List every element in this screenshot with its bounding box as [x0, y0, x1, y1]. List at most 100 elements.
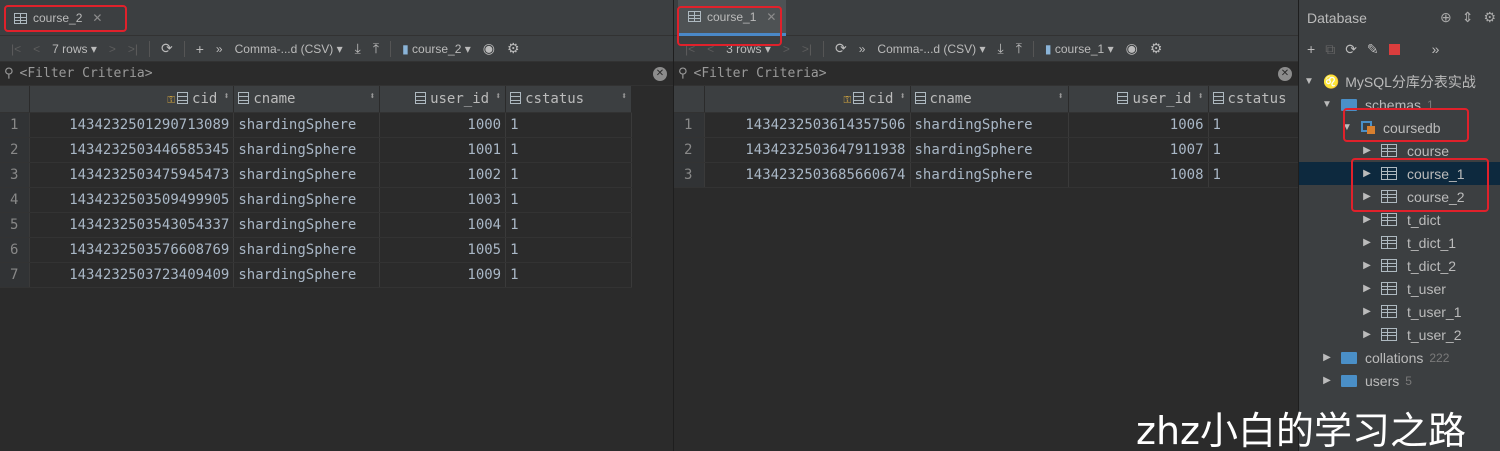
cell-cstatus[interactable]: 1 [505, 162, 632, 188]
cell-user-id[interactable]: 1009 [379, 262, 507, 288]
expand-arrow-icon[interactable]: ▶ [1361, 168, 1373, 179]
more-icon[interactable]: » [211, 42, 228, 56]
column-header-cid[interactable]: ⚿ cid ⬍ [704, 86, 911, 113]
column-header-cname[interactable]: cname ⬍ [233, 86, 381, 113]
tree-node-collations[interactable]: ▶ collations 222 [1299, 346, 1500, 369]
expand-arrow-icon[interactable]: ▶ [1321, 375, 1333, 386]
table-row[interactable]: 6 1434232503576608769 shardingSphere 1005 1 [0, 237, 632, 263]
table-row[interactable]: 3 1434232503685660674 shardingSphere 1008 1 [674, 162, 1299, 188]
tab-course-1[interactable]: course_1 ✕ [678, 0, 787, 36]
close-icon[interactable]: ✕ [766, 10, 776, 24]
table-row[interactable]: 1 1434232503614357506 shardingSphere 1006 1 [674, 112, 1299, 138]
sort-icon[interactable]: ⬍ [1057, 91, 1063, 102]
last-page-icon[interactable]: >| [797, 42, 817, 56]
cell-cid[interactable]: 1434232503509499905 [29, 187, 235, 213]
cell-cname[interactable]: shardingSphere [910, 162, 1069, 188]
first-page-icon[interactable]: |< [680, 42, 700, 56]
column-header-cstatus[interactable]: cstatus ⬍ [505, 86, 632, 113]
prev-page-icon[interactable]: < [28, 42, 45, 56]
table-row[interactable]: 5 1434232503543054337 shardingSphere 1004 1 [0, 212, 632, 238]
cell-cid[interactable]: 1434232503647911938 [704, 137, 911, 163]
tree-node-connection[interactable]: ▼ ♌ MySQL分库分表实战 [1299, 70, 1500, 93]
export-format-dropdown[interactable]: Comma-...d (CSV) ▾ [230, 42, 348, 56]
cell-cstatus[interactable]: 1 [505, 137, 632, 163]
sort-icon[interactable]: ⬍ [495, 91, 501, 102]
cell-user-id[interactable]: 1005 [379, 237, 507, 263]
rows-count-dropdown[interactable]: 7 rows ▾ [47, 42, 102, 56]
tree-node-users[interactable]: ▶ users 5 [1299, 369, 1500, 392]
cell-cid[interactable]: 1434232503475945473 [29, 162, 235, 188]
tree-node-table[interactable]: ▶ course_2 [1299, 185, 1500, 208]
cell-cid[interactable]: 1434232503446585345 [29, 137, 235, 163]
cell-cstatus[interactable]: 1 [505, 112, 632, 138]
expand-arrow-icon[interactable]: ▶ [1361, 329, 1373, 340]
expand-arrow-icon[interactable]: ▶ [1361, 283, 1373, 294]
cell-user-id[interactable]: 1007 [1068, 137, 1209, 163]
sort-icon[interactable]: ⬍ [1197, 91, 1203, 102]
tree-node-table[interactable]: ▶ t_user_1 [1299, 300, 1500, 323]
tree-node-table[interactable]: ▶ course [1299, 139, 1500, 162]
expand-arrow-icon[interactable]: ▼ [1341, 122, 1353, 133]
last-page-icon[interactable]: >| [123, 42, 143, 56]
cell-cstatus[interactable]: 1 [505, 237, 632, 263]
view-icon[interactable]: ◉ [478, 40, 500, 57]
cell-cstatus[interactable]: 1 [1208, 137, 1299, 163]
cell-cname[interactable]: shardingSphere [233, 137, 381, 163]
cell-cname[interactable]: shardingSphere [233, 112, 381, 138]
cell-cname[interactable]: shardingSphere [233, 262, 381, 288]
sort-icon[interactable]: ⬍ [369, 91, 375, 102]
cell-cstatus[interactable]: 1 [505, 187, 632, 213]
export-icon[interactable]: ⤓ [350, 40, 366, 57]
expand-arrow-icon[interactable]: ▶ [1361, 214, 1373, 225]
tree-node-schemas[interactable]: ▼ schemas 1 [1299, 93, 1500, 116]
expand-arrow-icon[interactable]: ▶ [1361, 191, 1373, 202]
clear-filter-icon[interactable]: ✕ [653, 67, 667, 81]
tree-node-coursedb[interactable]: ▼ coursedb [1299, 108, 1500, 142]
rows-count-dropdown[interactable]: 3 rows ▾ [721, 42, 776, 56]
cell-cstatus[interactable]: 1 [1208, 162, 1299, 188]
column-header-user-id[interactable]: user_id ⬍ [379, 86, 507, 113]
cell-cstatus[interactable]: 1 [505, 212, 632, 238]
expand-arrow-icon[interactable]: ▶ [1361, 306, 1373, 317]
schema-sync-icon[interactable]: ✎ [1367, 41, 1379, 58]
tab-course-2[interactable]: course_2 ✕ [4, 0, 112, 36]
column-header-user-id[interactable]: user_id ⬍ [1068, 86, 1209, 113]
more-icon[interactable]: » [1432, 41, 1440, 57]
tree-node-table[interactable]: ▶ t_user [1299, 277, 1500, 300]
refresh-icon[interactable]: ⟳ [830, 40, 852, 57]
expand-arrow-icon[interactable]: ▶ [1361, 145, 1373, 156]
column-header-cname[interactable]: cname ⬍ [910, 86, 1069, 113]
cell-cname[interactable]: shardingSphere [233, 187, 381, 213]
tree-node-table[interactable]: ▶ t_dict_1 [1299, 231, 1500, 254]
cell-cname[interactable]: shardingSphere [233, 237, 381, 263]
cell-user-id[interactable]: 1004 [379, 212, 507, 238]
cell-cname[interactable]: shardingSphere [910, 137, 1069, 163]
gear-icon[interactable]: ⚙ [1483, 9, 1496, 26]
table-row[interactable]: 1 1434232501290713089 shardingSphere 1000 1 [0, 112, 632, 138]
cell-user-id[interactable]: 1000 [379, 112, 507, 138]
sort-icon[interactable]: ⬍ [223, 91, 229, 102]
clear-filter-icon[interactable]: ✕ [1278, 67, 1292, 81]
filter-criteria-field[interactable]: ⚲ <Filter Criteria> ✕ [0, 62, 673, 86]
cell-cname[interactable]: shardingSphere [233, 212, 381, 238]
cell-user-id[interactable]: 1001 [379, 137, 507, 163]
copy-icon[interactable]: ⧉ [1325, 41, 1335, 58]
cell-cid[interactable]: 1434232503685660674 [704, 162, 911, 188]
cell-cid[interactable]: 1434232503543054337 [29, 212, 235, 238]
table-selector-dropdown[interactable]: ▮ course_2 ▾ [397, 42, 476, 56]
tree-node-table[interactable]: ▶ t_dict [1299, 208, 1500, 231]
next-page-icon[interactable]: > [104, 42, 121, 56]
expand-arrow-icon[interactable]: ▼ [1321, 99, 1333, 110]
cell-cname[interactable]: shardingSphere [233, 162, 381, 188]
table-row[interactable]: 2 1434232503647911938 shardingSphere 1007 1 [674, 137, 1299, 163]
import-icon[interactable]: ⤒ [368, 40, 384, 57]
add-icon[interactable]: + [1307, 41, 1315, 57]
table-row[interactable]: 3 1434232503475945473 shardingSphere 1002 1 [0, 162, 632, 188]
refresh-icon[interactable]: ⟳ [1345, 41, 1357, 58]
refresh-icon[interactable]: ⟳ [156, 40, 178, 57]
cell-cname[interactable]: shardingSphere [910, 112, 1069, 138]
cell-cid[interactable]: 1434232501290713089 [29, 112, 235, 138]
first-page-icon[interactable]: |< [6, 42, 26, 56]
stop-icon[interactable] [1388, 43, 1400, 55]
gear-icon[interactable]: ⚙ [502, 40, 525, 57]
